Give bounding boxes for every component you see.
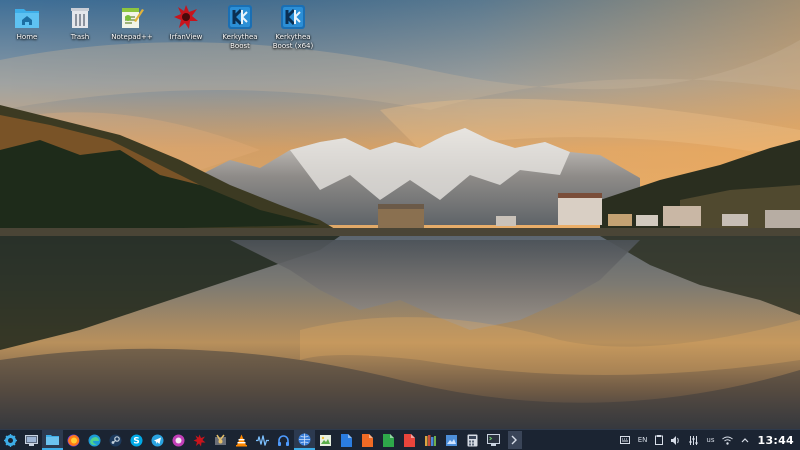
wifi-icon[interactable] xyxy=(722,430,734,450)
edge-icon[interactable] xyxy=(84,430,105,450)
kerkythea-icon xyxy=(227,4,253,30)
application-launcher-icon[interactable] xyxy=(0,430,21,450)
calculator-icon[interactable] xyxy=(462,430,483,450)
spreadsheet-icon[interactable] xyxy=(378,430,399,450)
home-folder-icon xyxy=(14,4,40,30)
desktop-icon-label: IrfanView xyxy=(169,33,203,41)
show-desktop-icon[interactable] xyxy=(21,430,42,450)
presentation-icon[interactable] xyxy=(357,430,378,450)
vlc-icon[interactable] xyxy=(231,430,252,450)
file-manager-icon[interactable] xyxy=(42,430,63,450)
desktop-icon-label: Trash xyxy=(70,33,90,41)
desktop-icon-kerkythea-x64[interactable]: Kerkythea Boost (x64) xyxy=(263,4,323,51)
steam-icon[interactable] xyxy=(105,430,126,450)
word-document-icon[interactable] xyxy=(336,430,357,450)
desktop-icon-home[interactable]: Home xyxy=(0,4,57,42)
clipboard-icon[interactable] xyxy=(655,430,664,450)
firefox-icon[interactable] xyxy=(63,430,84,450)
irfanview-icon xyxy=(173,4,199,30)
desktop-icon-label: Home xyxy=(16,33,38,41)
document-icon[interactable] xyxy=(399,430,420,450)
desktop-icon-label: Kerkythea Boost xyxy=(222,33,258,50)
keyboard-icon[interactable] xyxy=(619,430,630,450)
expand-tray-icon[interactable] xyxy=(741,430,749,450)
mixer-icon[interactable] xyxy=(689,430,698,450)
skype-icon[interactable]: S xyxy=(126,430,147,450)
clock[interactable]: 13:44 xyxy=(757,434,794,447)
svg-text:S: S xyxy=(133,436,139,446)
language-indicator[interactable]: EN xyxy=(638,430,648,450)
irfanview-icon[interactable] xyxy=(189,430,210,450)
desktop-icon-label: Kerkythea Boost (x64) xyxy=(272,33,314,50)
volume-icon[interactable] xyxy=(671,430,681,450)
headphones-icon[interactable] xyxy=(273,430,294,450)
audio-editor-icon[interactable] xyxy=(252,430,273,450)
telegram-icon[interactable] xyxy=(147,430,168,450)
terminal-monitor-icon[interactable] xyxy=(483,430,504,450)
desktop-wallpaper xyxy=(0,0,800,430)
terminal-icon[interactable] xyxy=(508,431,522,449)
taskbar: S EN us 13:44 xyxy=(0,429,800,450)
system-tray: EN us 13:44 xyxy=(616,430,800,450)
desktop-icon-kerkythea[interactable]: Kerkythea Boost xyxy=(210,4,270,51)
notepad-plus-plus-icon xyxy=(119,4,145,30)
library-icon[interactable] xyxy=(420,430,441,450)
desktop-icon-trash[interactable]: Trash xyxy=(50,4,110,42)
desktop-icon-notepad[interactable]: Notepad++ xyxy=(102,4,162,42)
photo-viewer-icon[interactable] xyxy=(315,430,336,450)
browser-icon[interactable] xyxy=(294,430,315,450)
desktop-icon-irfanview[interactable]: IrfanView xyxy=(156,4,216,42)
trash-icon xyxy=(67,4,93,30)
media-tool-icon[interactable] xyxy=(210,430,231,450)
app-circle-icon[interactable] xyxy=(168,430,189,450)
image-editor-icon[interactable] xyxy=(441,430,462,450)
keyboard-layout-indicator[interactable]: us xyxy=(706,430,714,450)
desktop-icon-label: Notepad++ xyxy=(111,33,153,41)
kerkythea-x64-icon xyxy=(280,4,306,30)
